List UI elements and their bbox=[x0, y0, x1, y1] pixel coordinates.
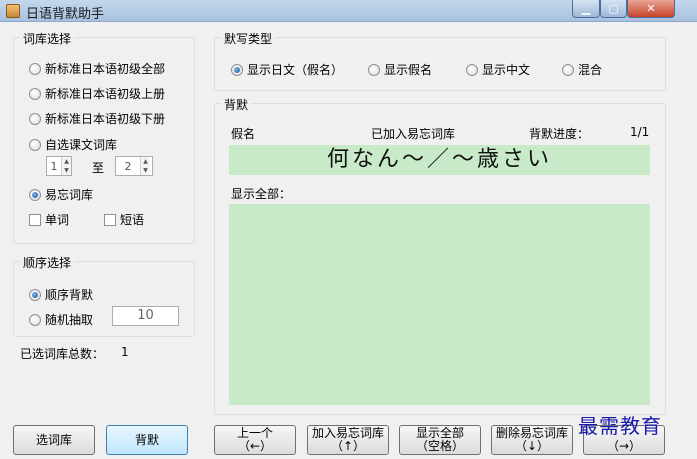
select-lexicon-label: 选词库 bbox=[35, 432, 72, 447]
range-from-value: 1 bbox=[50, 159, 58, 173]
add-forget-button-key: （↑） bbox=[330, 439, 366, 453]
lexicon-option-vol2[interactable]: 新标准日本语初级下册 bbox=[29, 110, 165, 127]
dictation-option-label: 显示假名 bbox=[384, 63, 433, 77]
prev-button[interactable]: 上一个 （←） bbox=[214, 425, 296, 455]
lexicon-option-all[interactable]: 新标准日本语初级全部 bbox=[29, 60, 165, 77]
random-count-input[interactable]: 10 bbox=[112, 306, 179, 326]
lexicon-legend: 词库选择 bbox=[20, 30, 75, 47]
select-lexicon-button[interactable]: 选词库 bbox=[13, 425, 95, 455]
add-forget-button[interactable]: 加入易忘词库 （↑） bbox=[307, 425, 389, 455]
dictation-option-chinese[interactable]: 显示中文 bbox=[466, 61, 530, 78]
app-icon bbox=[6, 4, 20, 18]
show-all-button-key: （空格） bbox=[415, 439, 464, 453]
checkbox-icon[interactable] bbox=[104, 213, 116, 226]
dictation-option-kana[interactable]: 显示假名 bbox=[368, 61, 432, 78]
show-all-label: 显示全部： bbox=[231, 187, 292, 201]
word-checkbox[interactable]: 单词 bbox=[29, 211, 69, 228]
radio-checked-icon[interactable] bbox=[29, 188, 41, 201]
spinner-arrows-icon[interactable]: ▲ ▼ bbox=[140, 157, 150, 175]
added-forget-label: 已加入易忘词库 bbox=[371, 127, 456, 141]
range-from-spinner[interactable]: 1 ▲ ▼ bbox=[46, 156, 72, 176]
kana-label: 假名 bbox=[231, 127, 256, 141]
radio-checked-icon[interactable] bbox=[231, 63, 243, 76]
dictation-option-label: 混合 bbox=[578, 63, 603, 77]
total-value: 1 bbox=[121, 345, 129, 359]
answer-area[interactable] bbox=[229, 204, 650, 405]
recite-button-label: 背默 bbox=[134, 432, 159, 447]
lexicon-option-label: 新标准日本语初级上册 bbox=[45, 87, 166, 101]
radio-icon[interactable] bbox=[562, 63, 574, 76]
word-display: 何なん～／～歳さい bbox=[326, 147, 552, 172]
lexicon-option-forget[interactable]: 易忘词库 bbox=[29, 186, 93, 203]
progress-value: 1/1 bbox=[630, 125, 650, 139]
lexicon-option-label: 自选课文词库 bbox=[45, 138, 118, 152]
lexicon-option-label: 新标准日本语初级下册 bbox=[45, 112, 166, 126]
phrase-checkbox[interactable]: 短语 bbox=[104, 211, 144, 228]
radio-icon[interactable] bbox=[29, 62, 41, 75]
order-sequential[interactable]: 顺序背默 bbox=[29, 286, 93, 303]
delete-forget-button-key: （↓） bbox=[514, 439, 550, 453]
range-to-value: 2 bbox=[124, 159, 132, 173]
prev-button-key: （←） bbox=[237, 439, 273, 453]
lexicon-option-label: 新标准日本语初级全部 bbox=[45, 62, 166, 76]
radio-icon[interactable] bbox=[29, 313, 41, 326]
order-sequential-label: 顺序背默 bbox=[45, 288, 94, 302]
next-button-key: （→） bbox=[606, 439, 642, 453]
lexicon-option-label: 易忘词库 bbox=[45, 188, 94, 202]
maximize-button[interactable]: ▢ bbox=[600, 0, 627, 18]
lexicon-option-custom[interactable]: 自选课文词库 bbox=[29, 136, 117, 153]
radio-icon[interactable] bbox=[368, 63, 380, 76]
radio-checked-icon[interactable] bbox=[29, 288, 41, 301]
dictation-option-label: 显示中文 bbox=[482, 63, 531, 77]
order-random-label: 随机抽取 bbox=[45, 313, 94, 327]
watermark: 最需教育 bbox=[578, 414, 662, 438]
recite-legend: 背默 bbox=[221, 96, 252, 113]
range-to-spinner[interactable]: 2 ▲ ▼ bbox=[115, 156, 153, 176]
minimize-button[interactable]: ▁ bbox=[572, 0, 600, 18]
close-button[interactable]: ✕ bbox=[627, 0, 675, 18]
lexicon-option-vol1[interactable]: 新标准日本语初级上册 bbox=[29, 85, 165, 102]
range-to-label: 至 bbox=[92, 161, 105, 175]
dictation-legend: 默写类型 bbox=[221, 30, 276, 47]
phrase-label: 短语 bbox=[120, 213, 145, 227]
word-label: 单词 bbox=[45, 213, 70, 227]
dictation-option-japanese[interactable]: 显示日文（假名） bbox=[231, 61, 343, 78]
radio-icon[interactable] bbox=[29, 112, 41, 125]
recite-button[interactable]: 背默 bbox=[106, 425, 188, 455]
progress-label: 背默进度： bbox=[529, 127, 590, 141]
radio-icon[interactable] bbox=[466, 63, 478, 76]
order-legend: 顺序选择 bbox=[20, 254, 75, 271]
order-random[interactable]: 随机抽取 bbox=[29, 311, 93, 328]
radio-icon[interactable] bbox=[29, 138, 41, 151]
window-title: 日语背默助手 bbox=[26, 7, 105, 22]
title-bar[interactable]: 日语背默助手 ▁ ▢ ✕ bbox=[0, 0, 697, 22]
total-label: 已选词库总数： bbox=[20, 347, 105, 361]
radio-icon[interactable] bbox=[29, 87, 41, 100]
checkbox-icon[interactable] bbox=[29, 213, 41, 226]
delete-forget-button[interactable]: 删除易忘词库 （↓） bbox=[491, 425, 573, 455]
show-all-button[interactable]: 显示全部 （空格） bbox=[399, 425, 481, 455]
spinner-arrows-icon[interactable]: ▲ ▼ bbox=[61, 157, 71, 175]
dictation-option-label: 显示日文（假名） bbox=[247, 63, 344, 77]
dictation-option-mixed[interactable]: 混合 bbox=[562, 61, 602, 78]
